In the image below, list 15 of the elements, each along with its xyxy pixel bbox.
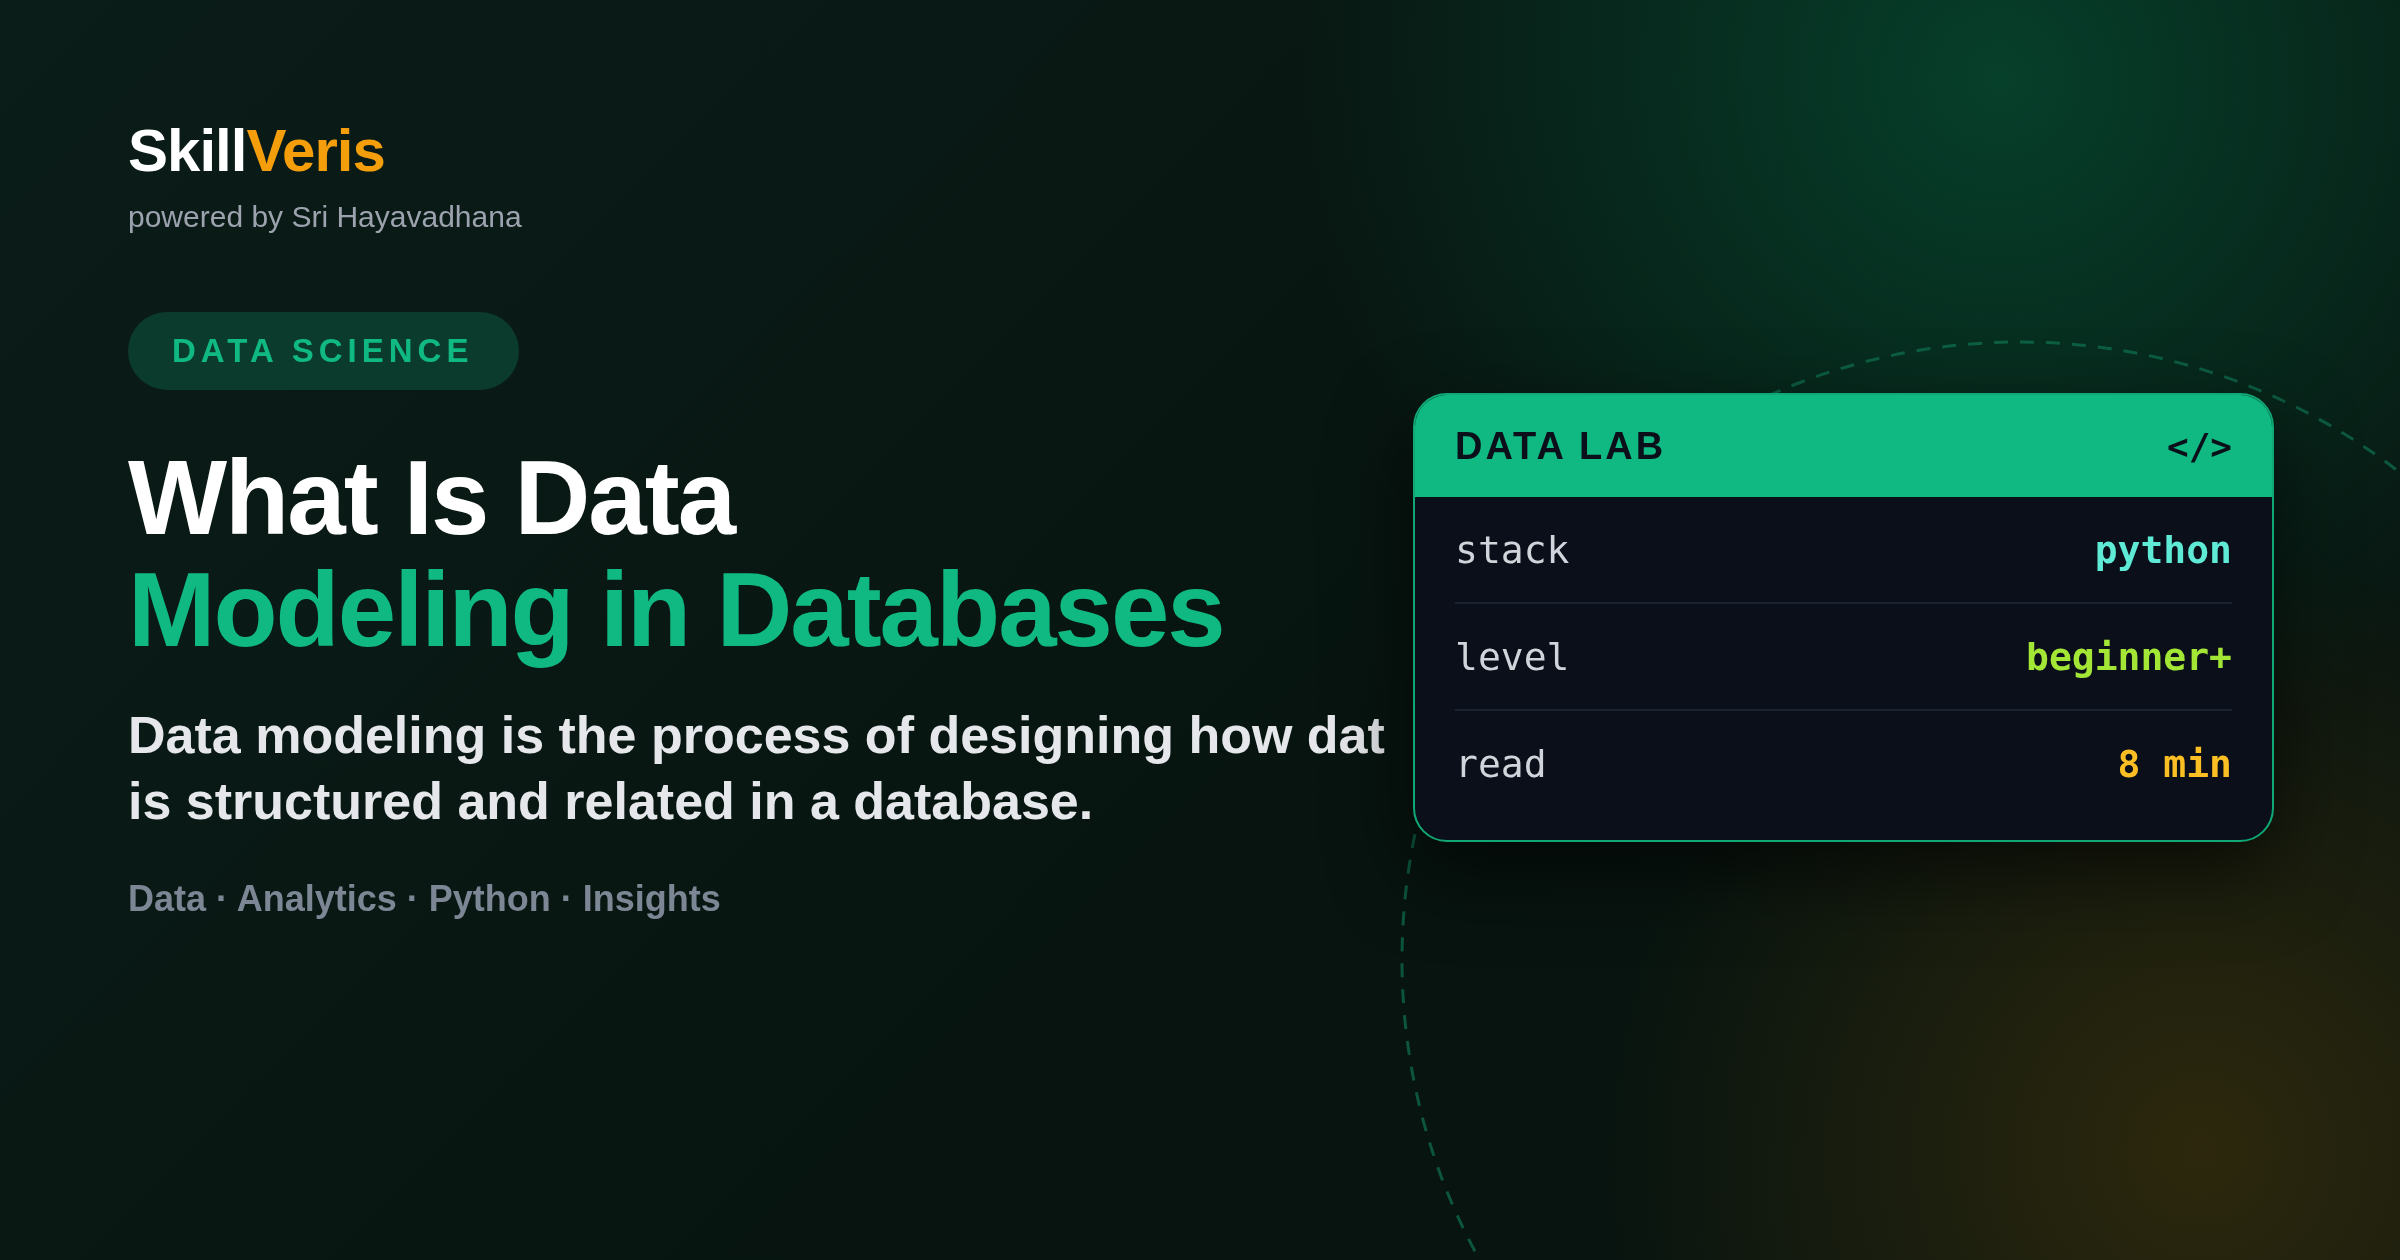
code-glyph: </> [2166, 425, 2232, 467]
row-label: stack [1455, 527, 1570, 572]
row-value: beginner+ [2026, 634, 2232, 679]
row-value: python [2094, 527, 2232, 572]
brand-logo: SkillVeris [128, 118, 385, 184]
topic-tags: Data · Analytics · Python · Insights [128, 878, 721, 920]
description: Data modeling is the process of designing how dat is structured and related in a database. [128, 705, 1385, 832]
row-label: read [1455, 741, 1547, 786]
row-label: level [1455, 634, 1570, 679]
card-title: DATA LAB [1455, 424, 1667, 468]
headline: What Is Data [128, 442, 737, 554]
brand-tagline: powered by Sri Hayavadhana [128, 200, 522, 234]
row-value: 8 min [2117, 741, 2232, 786]
headline-highlight: Modeling in Databases [128, 554, 1224, 666]
category-badge: DATA SCIENCE [128, 312, 520, 390]
